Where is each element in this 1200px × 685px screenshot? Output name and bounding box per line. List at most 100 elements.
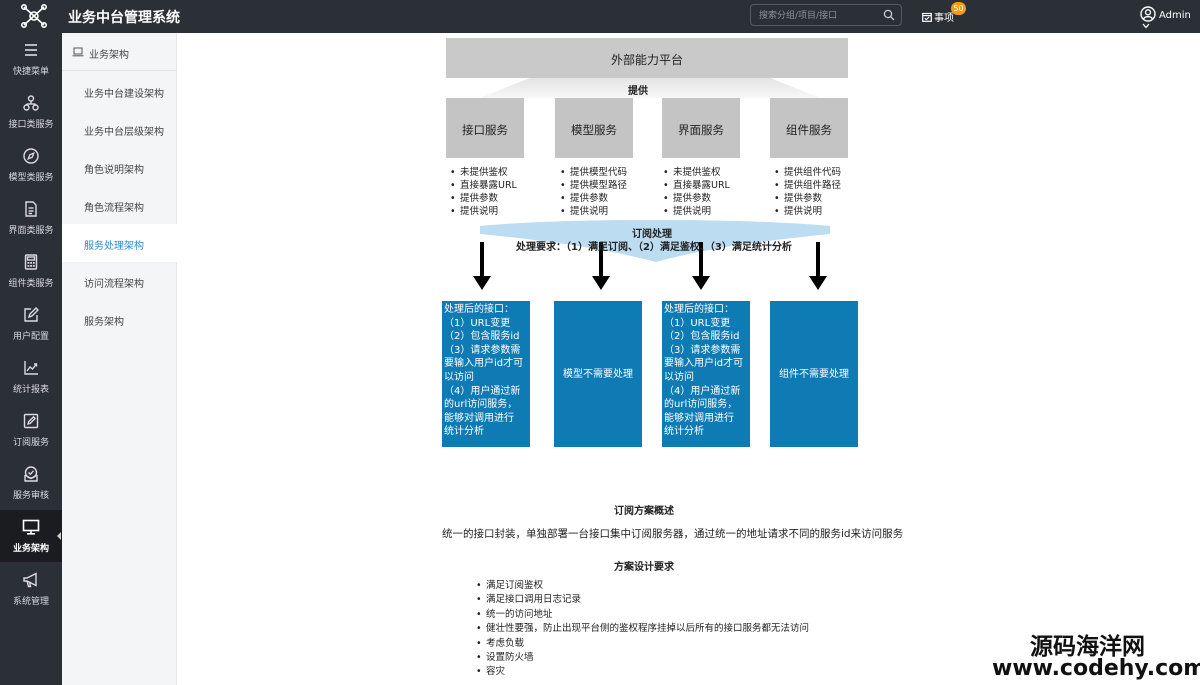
rail-label: 组件类服务: [8, 279, 54, 289]
result-line: （3）请求参数需: [664, 344, 741, 356]
subnav-item-label: 角色流程架构: [84, 203, 144, 214]
overview-title: 订阅方案概述: [614, 506, 674, 517]
subnav-item-label: 角色说明架构: [84, 165, 144, 176]
rail-item-system-management[interactable]: 系统管理: [0, 563, 62, 615]
bullet-item: 直接暴露URL: [448, 179, 517, 192]
active-indicator: [57, 532, 61, 540]
monitor-icon: [22, 519, 40, 535]
result-line: 的url访问服务，: [664, 399, 738, 411]
search-input[interactable]: [759, 8, 877, 23]
requirement-item: 健壮性要强，防止出现平台侧的鉴权程序挂掉以后所有的接口服务都无法访问: [474, 622, 864, 637]
search-box[interactable]: [750, 4, 902, 26]
external-platform-box: 外部能力平台: [446, 38, 848, 78]
requirement-item: 容灾: [474, 665, 864, 679]
bullet-item: 提供参数: [661, 192, 730, 205]
bullet-item: 提供参数: [772, 192, 841, 205]
service-name: 模型服务: [571, 123, 617, 137]
subnav-item-active[interactable]: 服务处理架构: [62, 224, 177, 262]
bullet-item: 提供模型代码: [558, 166, 627, 179]
result-line: 以访问: [664, 371, 694, 383]
bullet-item: 提供说明: [661, 205, 730, 218]
service-box-component: 组件服务: [770, 98, 848, 158]
rail-item-service-review[interactable]: 服务审核: [0, 457, 62, 509]
rail-item-ui-services[interactable]: 界面类服务: [0, 192, 62, 244]
rail-item-model-services[interactable]: 模型类服务: [0, 139, 62, 191]
menu-icon: [25, 44, 37, 56]
bullet-item: 未提供鉴权: [661, 166, 730, 179]
subnav-item-label: 服务处理架构: [84, 241, 144, 252]
service-box-model: 模型服务: [555, 98, 633, 158]
bullet-item: 提供说明: [558, 205, 627, 218]
rail-label: 模型类服务: [8, 173, 54, 183]
rail-item-statistics[interactable]: 统计报表: [0, 351, 62, 403]
edit-icon: [24, 307, 39, 322]
rail-item-subscription[interactable]: 订阅服务: [0, 404, 62, 456]
rail-label: 用户配置: [12, 332, 49, 342]
provide-label: 提供: [628, 86, 648, 97]
user-menu[interactable]: Admin: [1140, 6, 1200, 33]
subscription-requirements: 处理要求：（1）满足订阅、（2）满足鉴权、（3）满足统计分析: [516, 242, 792, 253]
platform-label: 外部能力平台: [610, 53, 683, 67]
rail-label: 服务审核: [12, 491, 49, 501]
pencil-icon: [23, 413, 39, 429]
rail-item-component-services[interactable]: 组件类服务: [0, 245, 62, 297]
bullet-item: 提供参数: [558, 192, 627, 205]
requirement-item: 满足接口调用日志记录: [474, 593, 864, 608]
requirement-item: 设置防火墙: [474, 651, 864, 666]
subnav-header: 业务架构: [62, 33, 177, 71]
user-name: Admin: [1159, 10, 1191, 21]
rail-item-quick-menu[interactable]: 快捷菜单: [0, 33, 62, 85]
subnav-item[interactable]: 业务中台建设架构: [62, 72, 177, 110]
laptop-icon: [72, 47, 84, 57]
result-line: 能够对调用进行: [444, 412, 514, 424]
result-line: （2）包含服务id: [664, 331, 740, 343]
subnav-item-label: 业务中台层级架构: [84, 127, 164, 138]
subnav-item[interactable]: 业务中台层级架构: [62, 110, 177, 148]
subnav-item[interactable]: 服务架构: [62, 300, 177, 338]
service-bullets: 未提供鉴权 直接暴露URL 提供参数 提供说明: [448, 166, 517, 218]
rail-item-business-architecture[interactable]: 业务架构: [0, 510, 62, 562]
requirement-item: 满足订阅鉴权: [474, 579, 864, 594]
search-icon[interactable]: [883, 9, 895, 21]
rail-label: 接口类服务: [8, 120, 54, 130]
result-box-interface: 处理后的接口： （1）URL变更 （2）包含服务id （3）请求参数需 要输入用…: [442, 301, 530, 447]
subnav-item[interactable]: 角色说明架构: [62, 148, 177, 186]
rail-label: 系统管理: [12, 597, 49, 607]
subnav-item[interactable]: 角色流程架构: [62, 186, 177, 224]
rail-label: 统计报表: [12, 385, 49, 395]
subnav-item[interactable]: 访问流程架构: [62, 262, 177, 300]
service-box-ui: 界面服务: [662, 98, 740, 158]
result-line: 的url访问服务，: [444, 399, 518, 411]
logo-icon[interactable]: [18, 2, 50, 30]
result-line: （2）包含服务id: [444, 331, 520, 343]
result-line: 处理后的接口：: [444, 304, 514, 315]
result-line: 处理后的接口：: [664, 304, 734, 315]
bullet-item: 提供组件代码: [772, 166, 841, 179]
overview-text: 统一的接口封装，单独部署一台接口集中订阅服务器，通过统一的地址请求不同的服务id…: [442, 528, 904, 540]
result-text: 模型不需要处理: [563, 369, 633, 380]
architecture-diagram: 外部能力平台 提供 接口服务 模型服务 界面服务 组件服务 未提供鉴权 直接暴露…: [420, 36, 900, 456]
rail-label: 业务架构: [12, 544, 49, 554]
mail-icon: [24, 466, 38, 482]
bullet-item: 直接暴露URL: [661, 179, 730, 192]
chart-icon: [24, 361, 38, 375]
subnav-item-label: 服务架构: [84, 317, 124, 328]
document-icon: [25, 201, 37, 217]
todo-button[interactable]: 事项: [922, 9, 954, 24]
rail-label: 界面类服务: [8, 226, 54, 236]
chevron-down-icon: [1142, 23, 1150, 29]
rail-label: 订阅服务: [12, 438, 49, 448]
result-line: 以访问: [444, 371, 474, 383]
subnav-item-label: 访问流程架构: [84, 279, 144, 290]
rail-item-interface-services[interactable]: 接口类服务: [0, 86, 62, 138]
watermark-url: www.codehy.com: [992, 656, 1200, 681]
result-box-ui: 处理后的接口： （1）URL变更 （2）包含服务id （3）请求参数需 要输入用…: [662, 301, 750, 447]
todo-count-badge: 50: [951, 2, 966, 15]
result-line: （1）URL变更: [444, 317, 511, 329]
service-name: 组件服务: [786, 123, 832, 137]
result-box-component: 组件不需要处理: [770, 301, 858, 447]
megaphone-icon: [23, 572, 37, 588]
service-name: 接口服务: [462, 123, 508, 137]
app-title: 业务中台管理系统: [68, 10, 180, 26]
rail-item-user-config[interactable]: 用户配置: [0, 298, 62, 350]
